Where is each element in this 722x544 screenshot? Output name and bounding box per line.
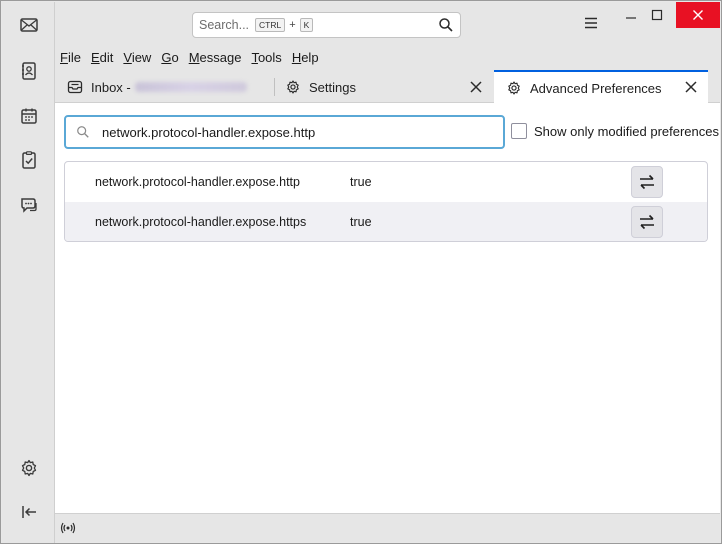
pref-value[interactable]: true xyxy=(350,175,372,189)
menu-edit[interactable]: Edit xyxy=(91,50,113,65)
tab-settings[interactable]: Settings xyxy=(273,71,493,103)
pref-name: network.protocol-handler.expose.https xyxy=(95,215,307,229)
shortcut-key-k: K xyxy=(299,18,314,32)
show-modified-checkbox[interactable] xyxy=(511,123,527,139)
menu-tools[interactable]: Tools xyxy=(251,50,281,65)
menu-go[interactable]: Go xyxy=(161,50,178,65)
pref-name: network.protocol-handler.expose.http xyxy=(95,175,300,189)
tab-advanced-preferences-label: Advanced Preferences xyxy=(530,80,662,96)
advanced-preferences-page: Show only modified preferences network.p… xyxy=(55,103,720,513)
table-row: network.protocol-handler.expose.https tr… xyxy=(65,202,707,241)
menu-view[interactable]: View xyxy=(123,50,151,65)
toggle-arrows-icon xyxy=(640,174,654,190)
collapse-toolbar-icon[interactable] xyxy=(16,499,42,525)
table-row: network.protocol-handler.expose.http tru… xyxy=(65,162,707,202)
close-window-button[interactable] xyxy=(676,2,720,28)
gear-icon xyxy=(508,81,520,95)
inbox-icon xyxy=(67,80,83,94)
spaces-toolbar xyxy=(2,2,55,543)
toggle-arrows-icon xyxy=(640,214,654,230)
settings-gear-icon[interactable] xyxy=(16,455,42,481)
search-placeholder: Search... xyxy=(199,18,250,32)
search-icon xyxy=(77,126,89,138)
shortcut-key-ctrl: CTRL xyxy=(255,18,286,32)
status-bar xyxy=(55,513,720,542)
address-book-icon[interactable] xyxy=(16,58,42,84)
global-search-box[interactable]: Search... CTRL + K xyxy=(192,12,461,38)
show-modified-toggle[interactable]: Show only modified preferences xyxy=(511,123,719,139)
close-tab-icon[interactable] xyxy=(469,80,483,94)
pref-value[interactable]: true xyxy=(350,215,372,229)
search-icon[interactable] xyxy=(438,17,454,33)
tab-settings-label: Settings xyxy=(309,79,356,95)
app-menu-icon[interactable] xyxy=(574,10,608,36)
preference-search-input[interactable] xyxy=(102,124,482,140)
menu-file[interactable]: File xyxy=(60,50,81,65)
tab-advanced-preferences[interactable]: Advanced Preferences xyxy=(494,70,708,104)
menu-message[interactable]: Message xyxy=(189,50,242,65)
preference-search-field[interactable] xyxy=(64,115,505,149)
preferences-table: network.protocol-handler.expose.http tru… xyxy=(64,161,708,242)
blurred-account-name xyxy=(134,82,247,92)
online-status-icon[interactable] xyxy=(60,520,76,536)
title-bar: Search... CTRL + K xyxy=(55,2,720,46)
menu-help[interactable]: Help xyxy=(292,50,319,65)
toggle-button[interactable] xyxy=(631,166,663,198)
show-modified-label: Show only modified preferences xyxy=(534,123,719,139)
thunderbird-window: Search... CTRL + K File Edit View Go Mes… xyxy=(0,0,722,544)
shortcut-plus: + xyxy=(289,19,296,31)
gear-icon xyxy=(287,80,299,94)
chat-icon[interactable] xyxy=(16,192,42,218)
close-icon xyxy=(693,10,703,20)
tab-inbox[interactable]: Inbox - xyxy=(55,71,273,103)
maximize-button[interactable] xyxy=(640,2,674,28)
menu-bar: File Edit View Go Message Tools Help xyxy=(55,46,720,68)
toggle-button[interactable] xyxy=(631,206,663,238)
tasks-icon[interactable] xyxy=(16,147,42,173)
tab-bar: Inbox - Settings Advanced Preferences xyxy=(55,68,720,104)
tab-inbox-label: Inbox - xyxy=(91,79,131,95)
calendar-icon[interactable] xyxy=(16,103,42,129)
mail-icon[interactable] xyxy=(16,12,42,38)
close-tab-icon[interactable] xyxy=(684,80,698,94)
